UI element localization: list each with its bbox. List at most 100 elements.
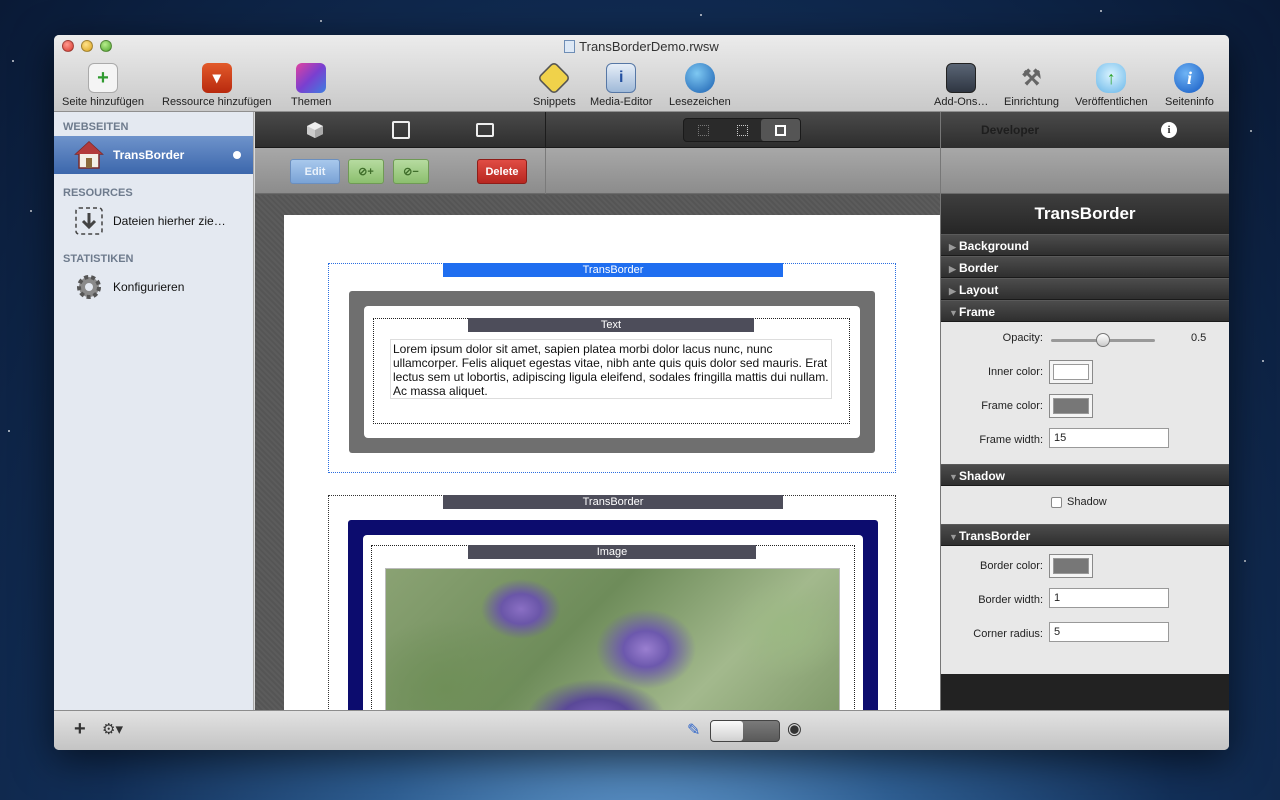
remove-link-button[interactable]: ⊘− [393, 159, 429, 184]
house-icon [73, 139, 105, 171]
bookmarks-label: Lesezeichen [669, 96, 731, 108]
body-text[interactable]: Lorem ipsum dolor sit amet, sapien plate… [390, 339, 832, 399]
publish-label: Veröffentlichen [1075, 96, 1148, 108]
eye-icon: ◉ [787, 719, 802, 738]
stack-tag: Text [468, 318, 754, 332]
opacity-label: Opacity: [1002, 332, 1043, 344]
edit-button[interactable]: Edit [290, 159, 340, 184]
bottom-bar: + ⚙▾ ✎ ◉ [54, 710, 1229, 750]
cube-icon[interactable] [306, 121, 324, 139]
wrench-icon: ⚒ [1021, 65, 1042, 90]
page-info-button[interactable]: i Seiteninfo [1165, 63, 1214, 108]
pencil-icon: ✎ [687, 722, 701, 739]
edit-preview-toggle[interactable] [710, 720, 780, 742]
text-stack[interactable]: Text Lorem ipsum dolor sit amet, sapien … [373, 318, 850, 424]
page-canvas: TransBorder Text Lorem ipsum dolor sit a… [255, 195, 940, 750]
window-title-text: TransBorderDemo.rwsw [579, 39, 719, 54]
sidebar-section-stats: STATISTIKEN [63, 253, 134, 265]
add-resource-button[interactable]: ▾ Ressource hinzufügen [162, 63, 271, 108]
inner-color-well[interactable] [1049, 360, 1093, 384]
add-link-button[interactable]: ⊘+ [348, 159, 384, 184]
document-icon [564, 40, 576, 53]
shadow-section-body: Shadow [941, 486, 1229, 524]
developer-tab[interactable]: Developer [981, 123, 1039, 137]
app-window: TransBorderDemo.rwsw + Seite hinzufügen … [54, 35, 1229, 750]
sidebar-item-label: Konfigurieren [113, 280, 185, 294]
section-background[interactable]: ▶ Background [941, 234, 1229, 256]
transborder-stack-1[interactable]: TransBorder Text Lorem ipsum dolor sit a… [328, 263, 896, 473]
editor-mode-strip [255, 112, 940, 148]
view-mode-segmented[interactable] [683, 118, 801, 142]
sidebar-item-transborder[interactable]: TransBorder [54, 136, 253, 174]
stack-tag: TransBorder [443, 495, 783, 509]
outline-dotted-icon [736, 124, 748, 136]
add-page-icon: + [87, 63, 118, 93]
layout-icon[interactable] [392, 121, 410, 139]
themes-label: Themen [291, 96, 332, 108]
delete-button[interactable]: Delete [477, 159, 527, 184]
info-icon[interactable]: i [1161, 122, 1177, 138]
disclosure-right-icon: ▶ [949, 242, 956, 252]
border-width-field[interactable]: 1 [1049, 588, 1169, 608]
frame-section-body: Opacity: 0.5 Inner color: Frame color: F… [941, 322, 1229, 464]
sidebar-item-resources-drop[interactable]: Dateien hierher zie… [54, 202, 253, 240]
view-mode-outline-off[interactable] [684, 119, 723, 141]
unpublished-dot [233, 151, 241, 159]
addons-button[interactable]: Add-Ons… [934, 63, 988, 108]
transborder-stack-2[interactable]: TransBorder Image [328, 495, 896, 750]
frame-width-label: Frame width: [979, 434, 1043, 446]
border-color-swatch [1053, 558, 1089, 574]
corner-radius-label: Corner radius: [973, 628, 1043, 640]
media-editor-icon: i [606, 63, 637, 93]
opacity-row: Opacity: 0.5 [941, 326, 1229, 356]
section-frame[interactable]: ▼Frame [941, 300, 1229, 322]
shadow-checkbox-row[interactable]: Shadow [1051, 496, 1107, 508]
border-color-well[interactable] [1049, 554, 1093, 578]
setup-button[interactable]: ⚒ Einrichtung [1004, 63, 1059, 108]
themes-button[interactable]: Themen [291, 63, 331, 108]
section-border[interactable]: ▶ Border [941, 256, 1229, 278]
section-label: TransBorder [959, 529, 1031, 543]
add-page-button[interactable]: + Seite hinzufügen [62, 63, 144, 108]
bookmarks-globe-icon [684, 63, 715, 93]
disclosure-down-icon: ▼ [949, 532, 958, 542]
image-icon[interactable] [476, 123, 494, 137]
inner-color-row: Inner color: [941, 356, 1229, 390]
add-icon[interactable]: + [74, 718, 86, 741]
add-resource-label: Ressource hinzufügen [162, 96, 272, 108]
section-label: Background [959, 239, 1030, 253]
opacity-slider[interactable] [1051, 333, 1155, 347]
publish-button[interactable]: ↑ Veröffentlichen [1075, 63, 1148, 108]
gear-menu-icon[interactable]: ⚙▾ [102, 720, 123, 738]
snippets-icon [537, 61, 572, 95]
section-shadow[interactable]: ▼Shadow [941, 464, 1229, 486]
bookmarks-button[interactable]: Lesezeichen [669, 63, 731, 108]
sidebar-item-configure[interactable]: Konfigurieren [54, 268, 253, 306]
view-mode-outline-dotted[interactable] [723, 119, 762, 141]
opacity-value: 0.5 [1191, 332, 1207, 344]
sidebar: WEBSEITEN TransBorder RESOURCES Dateien … [54, 112, 254, 710]
disclosure-down-icon: ▼ [949, 472, 958, 482]
section-transborder[interactable]: ▼TransBorder [941, 524, 1229, 546]
opacity-slider-knob[interactable] [1096, 333, 1110, 347]
corner-radius-field[interactable]: 5 [1049, 622, 1169, 642]
stack-tag: TransBorder [443, 263, 783, 277]
disclosure-right-icon: ▶ [949, 264, 956, 274]
gear-icon [73, 271, 105, 303]
edit-button-label: Edit [304, 165, 326, 178]
sidebar-item-label: Dateien hierher zie… [113, 214, 226, 228]
frame-width-field[interactable]: 15 [1049, 428, 1169, 448]
view-mode-outline-solid[interactable] [761, 119, 801, 141]
border-color-label: Border color: [980, 560, 1043, 572]
window-title: TransBorderDemo.rwsw [54, 39, 1229, 54]
media-editor-button[interactable]: i Media-Editor [590, 63, 652, 108]
section-layout[interactable]: ▶ Layout [941, 278, 1229, 300]
shadow-checkbox[interactable] [1051, 496, 1062, 508]
toggle-knob[interactable] [711, 721, 743, 741]
section-label: Frame [959, 305, 996, 319]
frame-color-well[interactable] [1049, 394, 1093, 418]
frame-width-row: Frame width: 15 [941, 424, 1229, 458]
snippets-button[interactable]: Snippets [533, 61, 576, 108]
download-arrow-icon [73, 205, 105, 237]
frame-color-label: Frame color: [981, 400, 1043, 412]
